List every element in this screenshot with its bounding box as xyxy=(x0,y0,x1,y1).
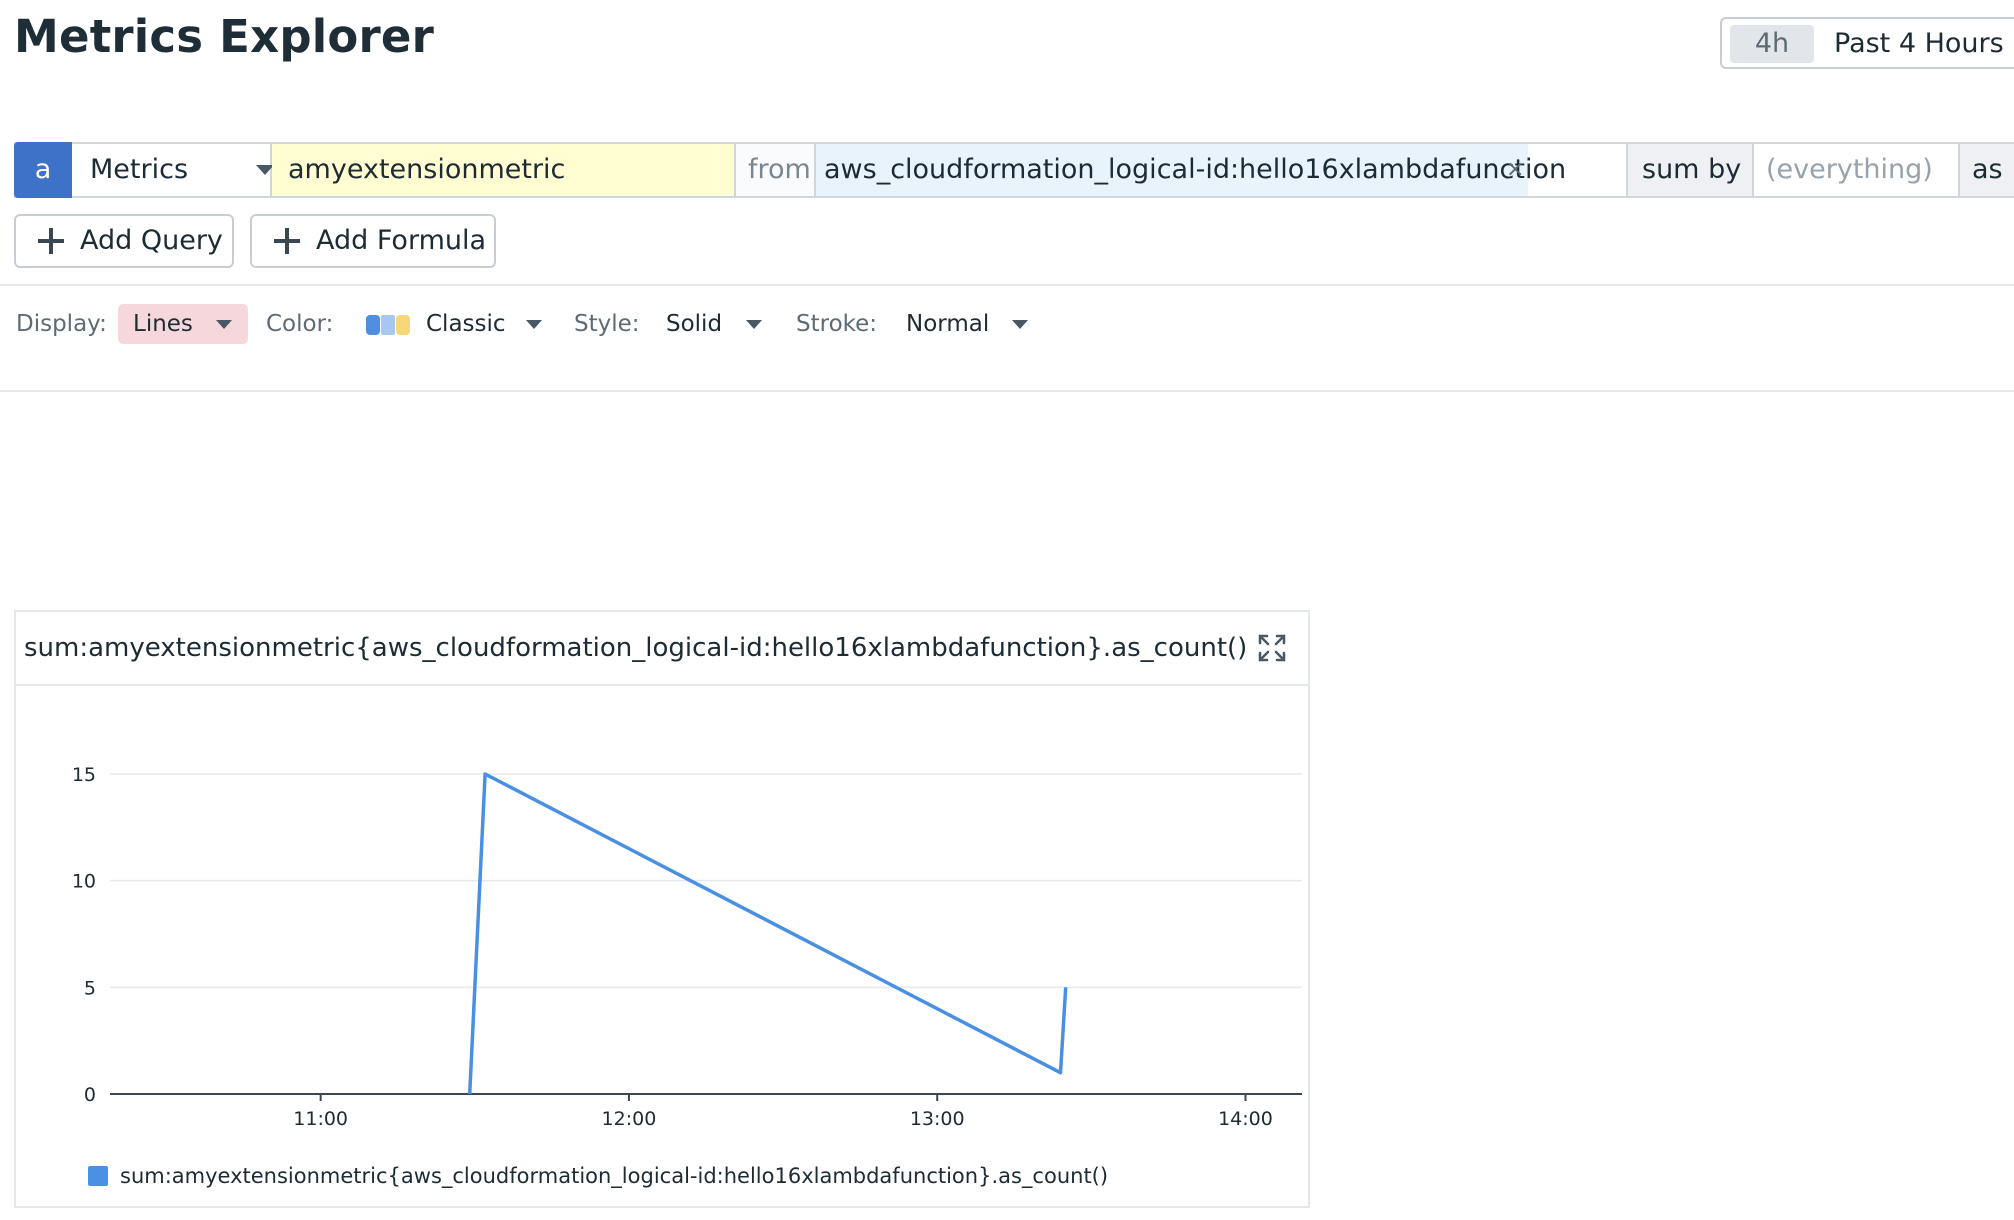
y-tick-label: 15 xyxy=(72,764,96,786)
data-source-label: Metrics xyxy=(90,154,189,185)
color-value: Classic xyxy=(426,311,506,337)
chevron-down-icon xyxy=(526,320,542,329)
from-label: from xyxy=(748,154,811,185)
style-dropdown[interactable]: Solid xyxy=(664,308,768,340)
stroke-label: Stroke: xyxy=(796,311,878,337)
as-function-label: as xyxy=(1972,154,2003,185)
add-query-label: Add Query xyxy=(80,225,223,256)
chevron-down-icon xyxy=(1012,320,1028,329)
section-divider xyxy=(0,390,2014,392)
x-tick-label: 11:00 xyxy=(293,1108,348,1130)
metric-name-value: amyextensionmetric xyxy=(288,154,566,185)
tag-filter-chip[interactable]: aws_cloudformation_logical-id:hello16xla… xyxy=(816,144,1566,196)
timeseries-chart[interactable]: 0 5 10 15 11:00 12:00 13:00 14:00 sum:amyextensi… xyxy=(16,686,1308,1206)
x-tick-label: 12:00 xyxy=(602,1108,657,1130)
display-dropdown[interactable]: Lines xyxy=(118,304,248,344)
style-label: Style: xyxy=(574,311,640,337)
from-label-cell: from xyxy=(736,144,816,196)
stroke-dropdown[interactable]: Normal xyxy=(904,308,1034,340)
palette-swatch xyxy=(366,315,380,335)
graph-title: sum:amyextensionmetric{aws_cloudformatio… xyxy=(24,633,1248,663)
graph-widget: sum:amyextensionmetric{aws_cloudformatio… xyxy=(14,610,1310,1208)
display-value: Lines xyxy=(133,311,193,337)
aggregation-label: sum by xyxy=(1642,154,1742,185)
x-tick-label: 14:00 xyxy=(1218,1108,1273,1130)
color-label: Color: xyxy=(266,311,334,337)
add-formula-label: Add Formula xyxy=(316,225,487,256)
page-title: Metrics Explorer xyxy=(14,10,434,63)
remove-tag-icon[interactable]: × xyxy=(1506,144,1524,196)
expand-icon[interactable] xyxy=(1258,634,1286,662)
time-range-label[interactable]: Past 4 Hours xyxy=(1834,24,2004,64)
y-tick-label: 5 xyxy=(84,977,96,999)
plus-icon xyxy=(274,228,300,254)
chevron-down-icon xyxy=(216,320,232,329)
series-line xyxy=(467,772,1068,1095)
graph-header: sum:amyextensionmetric{aws_cloudformatio… xyxy=(16,612,1308,686)
time-range-picker[interactable]: 4h Past 4 Hours xyxy=(1720,17,2014,69)
group-by-input[interactable]: (everything) xyxy=(1766,144,1933,196)
as-function-cell[interactable]: as xyxy=(1958,144,2014,196)
style-value: Solid xyxy=(666,311,723,337)
query-letter-badge[interactable]: a xyxy=(14,142,72,198)
section-divider xyxy=(0,284,2014,286)
palette-icon xyxy=(366,315,410,335)
palette-swatch xyxy=(396,315,410,335)
metric-name-input[interactable]: amyextensionmetric xyxy=(272,144,736,196)
color-dropdown[interactable]: Classic xyxy=(364,311,594,339)
legend-swatch xyxy=(88,1166,108,1186)
add-formula-button[interactable]: Add Formula xyxy=(250,214,496,268)
display-label: Display: xyxy=(16,311,107,337)
chevron-down-icon xyxy=(746,320,762,329)
legend-label: sum:amyextensionmetric{aws_cloudformatio… xyxy=(120,1164,1108,1189)
y-tick-label: 0 xyxy=(84,1084,96,1106)
aggregation-label-cell[interactable]: sum by xyxy=(1626,144,1754,196)
x-tick-label: 13:00 xyxy=(910,1108,965,1130)
data-source-dropdown[interactable]: Metrics xyxy=(74,144,274,196)
plus-icon xyxy=(38,228,64,254)
y-tick-label: 10 xyxy=(72,871,96,893)
query-editor-row: a Metrics amyextensionmetric from aws_cl… xyxy=(14,142,2014,198)
add-query-button[interactable]: Add Query xyxy=(14,214,234,268)
palette-swatch xyxy=(381,315,395,335)
tag-filter-value: aws_cloudformation_logical-id:hello16xla… xyxy=(824,154,1567,185)
stroke-value: Normal xyxy=(906,311,990,337)
time-range-badge[interactable]: 4h xyxy=(1730,25,1814,63)
